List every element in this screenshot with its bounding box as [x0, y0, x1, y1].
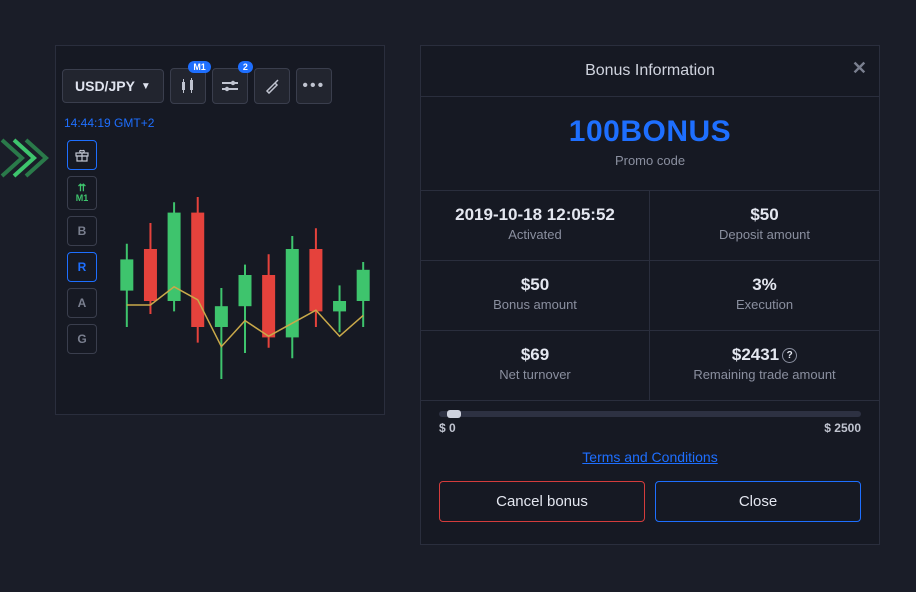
- up-arrows-icon: ⇈: [78, 184, 86, 194]
- progress-max: $ 2500: [824, 421, 861, 435]
- remaining-value: $2431?: [660, 345, 869, 365]
- turnover-value: $69: [431, 345, 639, 365]
- chart-timestamp: 14:44:19 GMT+2: [64, 116, 154, 130]
- dots-icon: •••: [302, 77, 325, 95]
- tool-b-button[interactable]: B: [67, 216, 97, 246]
- indicators-button[interactable]: 2: [212, 68, 248, 104]
- caret-down-icon: ▼: [141, 81, 151, 92]
- modal-actions: Cancel bonus Close: [421, 481, 879, 544]
- brush-icon: [264, 78, 280, 94]
- candlestick-type-button[interactable]: M1: [170, 68, 206, 104]
- candlestick-chart[interactable]: [115, 145, 375, 405]
- modal-header: Bonus Information ✕: [421, 46, 879, 97]
- modal-title: Bonus Information: [585, 62, 715, 79]
- bonus-details-grid: 2019-10-18 12:05:52 Activated $50 Deposi…: [421, 191, 879, 401]
- deposit-value: $50: [660, 205, 869, 225]
- tool-g-button[interactable]: G: [67, 324, 97, 354]
- indicators-badge: 2: [238, 61, 253, 73]
- execution-value: 3%: [660, 275, 869, 295]
- close-button[interactable]: Close: [655, 481, 861, 522]
- candle-icon: [179, 77, 197, 95]
- turnover-cell: $69 Net turnover: [421, 331, 650, 401]
- m1-label: M1: [76, 194, 89, 203]
- promo-section: 100BONUS Promo code: [421, 97, 879, 191]
- turnover-label: Net turnover: [431, 367, 639, 382]
- gift-icon: [74, 147, 90, 163]
- promo-code-label: Promo code: [433, 153, 867, 168]
- close-icon[interactable]: ✕: [852, 58, 867, 79]
- bonus-label: Bonus amount: [431, 297, 639, 312]
- remaining-cell: $2431? Remaining trade amount: [650, 331, 879, 401]
- more-button[interactable]: •••: [296, 68, 332, 104]
- activated-cell: 2019-10-18 12:05:52 Activated: [421, 191, 650, 261]
- help-icon[interactable]: ?: [782, 348, 797, 363]
- progress-thumb: [447, 410, 461, 418]
- deposit-label: Deposit amount: [660, 227, 869, 242]
- sliders-icon: [222, 80, 238, 92]
- pair-selector[interactable]: USD/JPY ▼: [62, 69, 164, 103]
- bonus-modal: Bonus Information ✕ 100BONUS Promo code …: [420, 45, 880, 545]
- activated-value: 2019-10-18 12:05:52: [431, 205, 639, 225]
- execution-label: Execution: [660, 297, 869, 312]
- gift-button[interactable]: [67, 140, 97, 170]
- decorative-arrows: [0, 138, 50, 178]
- progress-min: $ 0: [439, 421, 456, 435]
- timeframe-badge: M1: [188, 61, 211, 73]
- cancel-bonus-button[interactable]: Cancel bonus: [439, 481, 645, 522]
- promo-code: 100BONUS: [433, 115, 867, 149]
- terms-link[interactable]: Terms and Conditions: [582, 449, 717, 465]
- pair-label: USD/JPY: [75, 78, 135, 94]
- timeframe-m1-button[interactable]: ⇈ M1: [67, 176, 97, 210]
- progress-bar[interactable]: [439, 411, 861, 417]
- execution-cell: 3% Execution: [650, 261, 879, 331]
- chart-toolbar: USD/JPY ▼ M1 2 •••: [62, 68, 332, 104]
- chart-side-tools: ⇈ M1 B R A G: [67, 140, 97, 354]
- deposit-cell: $50 Deposit amount: [650, 191, 879, 261]
- tool-r-button[interactable]: R: [67, 252, 97, 282]
- bonus-value: $50: [431, 275, 639, 295]
- bonus-cell: $50 Bonus amount: [421, 261, 650, 331]
- remaining-label: Remaining trade amount: [660, 367, 869, 382]
- tool-a-button[interactable]: A: [67, 288, 97, 318]
- drawing-tools-button[interactable]: [254, 68, 290, 104]
- progress-section: $ 0 $ 2500: [421, 401, 879, 441]
- activated-label: Activated: [431, 227, 639, 242]
- terms-section: Terms and Conditions: [421, 441, 879, 481]
